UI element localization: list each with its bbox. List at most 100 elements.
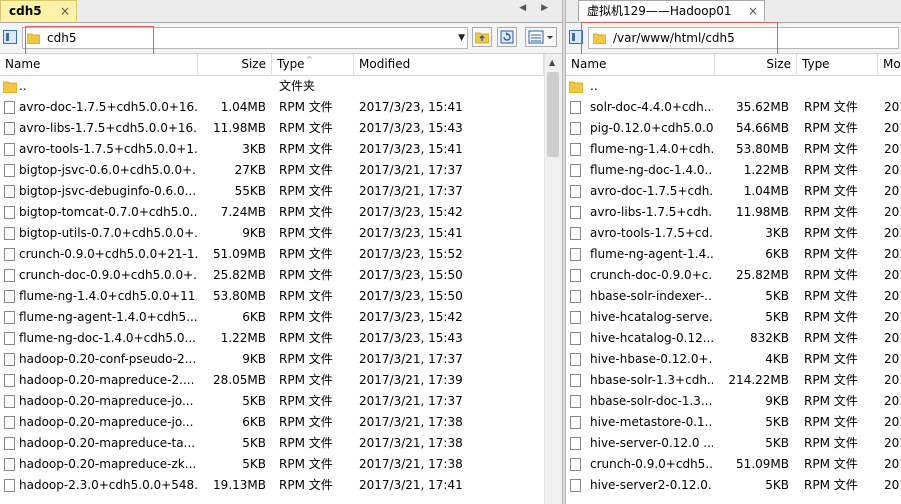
- file-row[interactable]: hadoop-0.20-mapreduce-zk... 5KB RPM 文件 2017…: [0, 454, 544, 475]
- file-row[interactable]: avro-libs-1.7.5+cdh5.0.0+16... 11.98MB RPM…: [0, 118, 544, 139]
- file-row[interactable]: hadoop-0.20-mapreduce-jo... 6KB RPM 文件 2017…: [0, 412, 544, 433]
- file-size: 5KB: [765, 310, 789, 324]
- file-row[interactable]: bigtop-jsvc-0.6.0+cdh5.0.0+... 27KB RPM 文件…: [0, 160, 544, 181]
- file-row[interactable]: crunch-doc-0.9.0+c... 25.82MB RPM 文件 201: [566, 265, 901, 286]
- file-row[interactable]: hadoop-0.20-conf-pseudo-2.... 9KB RPM 文件 20…: [0, 349, 544, 370]
- file-icon: [4, 227, 15, 240]
- file-row[interactable]: bigtop-utils-0.7.0+cdh5.0.0+... 9KB RPM 文件…: [0, 223, 544, 244]
- file-size: 54.66MB: [736, 121, 789, 135]
- file-size: 51.09MB: [213, 247, 266, 261]
- file-row[interactable]: avro-tools-1.7.5+cd... 3KB RPM 文件 201: [566, 223, 901, 244]
- file-row[interactable]: avro-doc-1.7.5+cdh5.0.0+16... 1.04MB RPM 文…: [0, 97, 544, 118]
- parent-folder-row[interactable]: .. 文件夹: [0, 76, 544, 97]
- parent-folder-row[interactable]: ..: [566, 76, 901, 97]
- file-row[interactable]: flume-ng-agent-1.4.... 6KB RPM 文件 201: [566, 244, 901, 265]
- file-row[interactable]: crunch-doc-0.9.0+cdh5.0.0+... 25.82MB RPM …: [0, 265, 544, 286]
- file-row[interactable]: flume-ng-1.4.0+cdh... 53.80MB RPM 文件 201: [566, 139, 901, 160]
- column-name[interactable]: Name: [0, 54, 198, 75]
- column-size[interactable]: Size: [198, 54, 272, 75]
- file-type: RPM 文件: [804, 457, 858, 471]
- column-size[interactable]: Size: [715, 54, 797, 75]
- file-row[interactable]: hadoop-2.3.0+cdh5.0.0+548... 19.13MB RPM 文…: [0, 475, 544, 496]
- left-path-field[interactable]: cdh5 ▼: [22, 27, 468, 49]
- file-icon: [570, 416, 581, 429]
- file-size: 5KB: [242, 394, 266, 408]
- file-type: RPM 文件: [279, 415, 333, 429]
- file-type: RPM 文件: [279, 352, 333, 366]
- file-name: flume-ng-doc-1.4.0...: [590, 163, 713, 177]
- panel-toggle-icon[interactable]: [569, 30, 583, 44]
- file-row[interactable]: hbase-solr-indexer-... 5KB RPM 文件 201: [566, 286, 901, 307]
- file-row[interactable]: hbase-solr-1.3+cdh... 214.22MB RPM 文件 201: [566, 370, 901, 391]
- file-size: 5KB: [242, 436, 266, 450]
- view-mode-button[interactable]: [525, 27, 557, 47]
- file-row[interactable]: avro-doc-1.7.5+cdh... 1.04MB RPM 文件 201: [566, 181, 901, 202]
- file-icon: [4, 416, 15, 429]
- file-row[interactable]: solr-doc-4.4.0+cdh... 35.62MB RPM 文件 201: [566, 97, 901, 118]
- file-type: RPM 文件: [804, 436, 858, 450]
- file-row[interactable]: crunch-0.9.0+cdh5.... 51.09MB RPM 文件 201: [566, 454, 901, 475]
- file-row[interactable]: hive-hbase-0.12.0+... 4KB RPM 文件 201: [566, 349, 901, 370]
- file-icon: [570, 374, 581, 387]
- file-type: RPM 文件: [804, 373, 858, 387]
- column-type[interactable]: Type: [797, 54, 878, 75]
- parent-folder-button[interactable]: [472, 27, 492, 47]
- panel-toggle-icon[interactable]: [3, 30, 17, 44]
- tab-label: 虚拟机129——Hadoop01: [587, 4, 732, 18]
- file-row[interactable]: avro-tools-1.7.5+cdh5.0.0+1... 3KB RPM 文件 2…: [0, 139, 544, 160]
- file-name: pig-0.12.0+cdh5.0.0...: [590, 121, 713, 135]
- file-modified: 201: [884, 142, 901, 156]
- file-row[interactable]: hive-server2-0.12.0... 5KB RPM 文件 201: [566, 475, 901, 496]
- file-name: flume-ng-1.4.0+cdh5.0.0+11...: [19, 289, 197, 303]
- file-row[interactable]: flume-ng-1.4.0+cdh5.0.0+11... 53.80MB RPM …: [0, 286, 544, 307]
- file-row[interactable]: bigtop-jsvc-debuginfo-0.6.0... 55KB RPM 文件…: [0, 181, 544, 202]
- file-row[interactable]: hadoop-0.20-mapreduce-ta... 5KB RPM 文件 2017…: [0, 433, 544, 454]
- refresh-button[interactable]: [497, 27, 517, 47]
- file-row[interactable]: bigtop-tomcat-0.7.0+cdh5.0... 7.24MB RPM 文…: [0, 202, 544, 223]
- file-name: crunch-doc-0.9.0+c...: [590, 268, 713, 282]
- file-type: RPM 文件: [804, 226, 858, 240]
- tab-remote-host[interactable]: 虚拟机129——Hadoop01 ×: [578, 0, 765, 21]
- column-type[interactable]: Type ^: [272, 54, 354, 75]
- file-row[interactable]: flume-ng-doc-1.4.0... 1.22MB RPM 文件 201: [566, 160, 901, 181]
- chevron-down-icon[interactable]: ▼: [458, 33, 465, 43]
- file-icon: [4, 164, 15, 177]
- close-icon[interactable]: ×: [60, 1, 70, 21]
- file-icon: [4, 458, 15, 471]
- file-modified: 2017/3/21, 17:41: [359, 478, 463, 492]
- file-row[interactable]: hive-server-0.12.0 ... 5KB RPM 文件 201: [566, 433, 901, 454]
- file-row[interactable]: flume-ng-doc-1.4.0+cdh5.0.... 1.22MB RPM 文…: [0, 328, 544, 349]
- column-modified[interactable]: Mo: [878, 54, 901, 75]
- file-row[interactable]: hbase-solr-doc-1.3.... 9KB RPM 文件 201: [566, 391, 901, 412]
- file-icon: [4, 206, 15, 219]
- file-row[interactable]: crunch-0.9.0+cdh5.0.0+21-1... 51.09MB RPM …: [0, 244, 544, 265]
- file-size: 3KB: [242, 142, 266, 156]
- file-type: RPM 文件: [279, 457, 333, 471]
- file-name: hadoop-0.20-mapreduce-2....: [19, 373, 195, 387]
- file-modified: 2017/3/21, 17:37: [359, 163, 463, 177]
- close-icon[interactable]: ×: [748, 1, 758, 21]
- file-row[interactable]: hadoop-0.20-mapreduce-jo... 5KB RPM 文件 2017…: [0, 391, 544, 412]
- file-type: RPM 文件: [279, 163, 333, 177]
- file-modified: 201: [884, 247, 901, 261]
- file-row[interactable]: hive-metastore-0.1... 5KB RPM 文件 201: [566, 412, 901, 433]
- tab-scroll-arrows-icon[interactable]: ◀ ▶: [519, 3, 554, 13]
- file-row[interactable]: avro-libs-1.7.5+cdh... 11.98MB RPM 文件 201: [566, 202, 901, 223]
- scroll-up-icon[interactable]: ▲: [549, 58, 555, 67]
- file-modified: 2017/3/23, 15:42: [359, 310, 463, 324]
- file-row[interactable]: hadoop-0.20-mapreduce-2.... 28.05MB RPM 文件…: [0, 370, 544, 391]
- column-name[interactable]: Name: [566, 54, 715, 75]
- right-path-field[interactable]: /var/www/html/cdh5: [588, 27, 899, 49]
- file-row[interactable]: hive-hcatalog-serve... 5KB RPM 文件 201: [566, 307, 901, 328]
- file-name: hadoop-0.20-mapreduce-jo...: [19, 415, 194, 429]
- file-row[interactable]: hive-hcatalog-0.12.... 832KB RPM 文件 201: [566, 328, 901, 349]
- left-scrollbar[interactable]: ▲: [544, 54, 562, 504]
- file-modified: 2017/3/21, 17:38: [359, 415, 463, 429]
- tab-cdh5[interactable]: cdh5 ×: [0, 0, 77, 21]
- file-modified: 201: [884, 478, 901, 492]
- file-row[interactable]: flume-ng-agent-1.4.0+cdh5.... 6KB RPM 文件 20…: [0, 307, 544, 328]
- file-row[interactable]: pig-0.12.0+cdh5.0.0... 54.66MB RPM 文件 201: [566, 118, 901, 139]
- scrollbar-thumb[interactable]: [547, 72, 559, 157]
- file-size: 1.22MB: [743, 163, 789, 177]
- column-modified[interactable]: Modified: [354, 54, 544, 75]
